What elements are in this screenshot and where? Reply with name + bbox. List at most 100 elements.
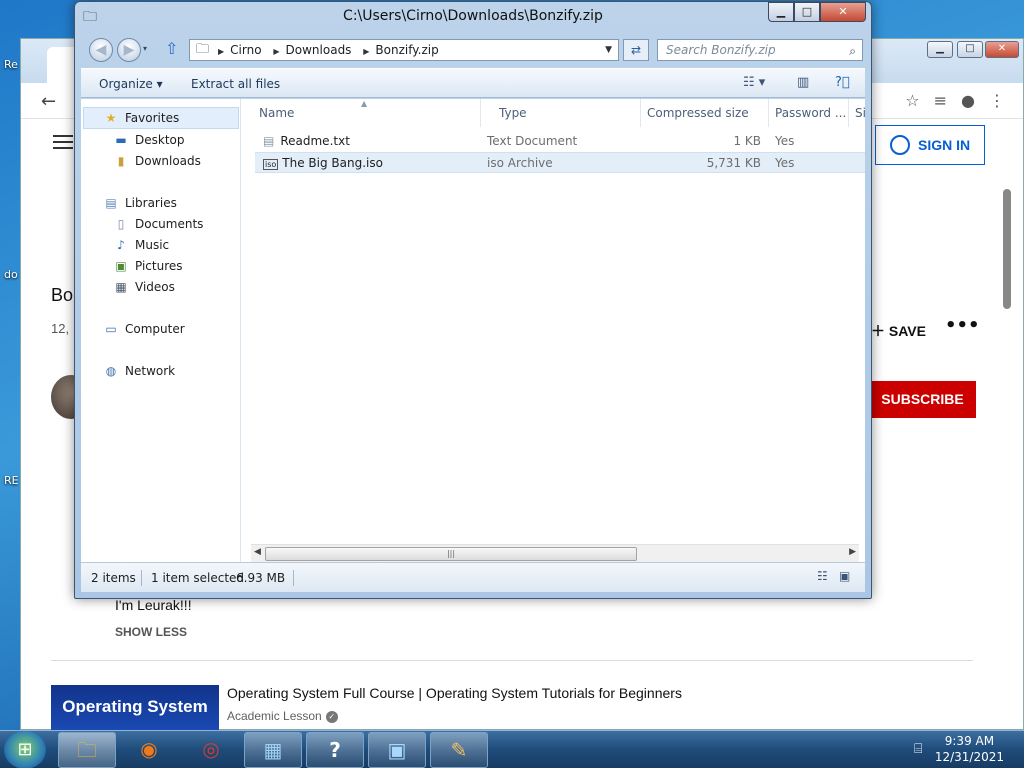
breadcrumb-item[interactable]: Bonzify.zip — [375, 43, 438, 57]
chrome-icon: ◎ — [202, 737, 220, 761]
file-name-cell: ▤ Readme.txt — [263, 131, 350, 152]
divider — [293, 570, 294, 586]
file-size: 1 KB — [733, 134, 761, 148]
video-views: 12, — [51, 321, 70, 336]
nav-item-music[interactable]: ♪ Music — [113, 238, 169, 252]
taskbar-app-button[interactable]: ▦ — [244, 732, 302, 768]
browser-close-button[interactable]: ✕ — [985, 41, 1019, 58]
table-row[interactable]: ▤ Readme.txt Text Document 1 KB Yes — [255, 131, 865, 152]
command-bar: Organize ▾ Extract all files ☷ ▾ ▥ ?⃝ — [81, 68, 865, 98]
table-row[interactable]: iso The Big Bang.iso iso Archive 5,731 KB… — [255, 152, 865, 173]
extract-all-button[interactable]: Extract all files — [191, 77, 280, 91]
taskbar-explorer-button[interactable]: 🗀 — [58, 732, 116, 768]
thumbnails-view-icon[interactable]: ▣ — [839, 569, 850, 583]
forward-button[interactable]: ▶ — [117, 38, 141, 62]
explorer-window: 🗀 C:\Users\Cirno\Downloads\Bonzify.zip ▁… — [74, 1, 872, 599]
nav-item-libraries[interactable]: ▤ Libraries — [103, 196, 177, 210]
playlist-icon[interactable]: ≡ — [934, 91, 947, 110]
content-pane: ★ Favorites ▬ Desktop ▮ Downloads ▤ Librarie… — [81, 99, 866, 592]
related-video-channel[interactable]: Academic Lesson ✓ — [227, 709, 338, 723]
taskbar-chrome-button[interactable]: ◎ — [182, 732, 240, 768]
column-header-name[interactable]: Name ▲ — [241, 99, 481, 127]
desktop-icon-label[interactable]: do — [4, 268, 18, 281]
maximize-button[interactable]: □ — [794, 2, 820, 22]
address-bar[interactable]: 🗀 ▶ Cirno ▶ Downloads ▶ Bonzify.zip ▼ — [189, 39, 619, 61]
menu-dots-icon[interactable]: ⋮ — [989, 91, 1005, 110]
nav-item-documents[interactable]: ▯ Documents — [113, 217, 204, 231]
search-input[interactable]: Search Bonzify.zip ⌕ — [657, 39, 863, 61]
photo-viewer-icon: ▣ — [387, 738, 407, 762]
scrollbar-thumb[interactable]: ||| — [265, 547, 637, 561]
organize-button[interactable]: Organize ▾ — [99, 77, 163, 91]
selected-size: 6.93 MB — [236, 571, 286, 585]
view-options-icon[interactable]: ☷ ▾ — [743, 75, 765, 90]
column-header-compressed-size[interactable]: Compressed size — [641, 99, 769, 127]
sign-in-button[interactable]: SIGN IN — [875, 125, 985, 165]
search-icon[interactable]: ⌕ — [849, 41, 856, 61]
taskbar-firefox-button[interactable]: ◉ — [120, 732, 178, 768]
star-icon[interactable]: ☆ — [905, 91, 919, 110]
breadcrumb-chevron-icon[interactable]: ▶ — [363, 47, 369, 56]
star-icon: ★ — [105, 111, 117, 125]
back-button[interactable]: ◀ — [89, 38, 113, 62]
recent-pages-chevron-icon[interactable]: ▾ — [143, 44, 147, 53]
file-list: Name ▲ Type Compressed size Password ... … — [241, 99, 866, 544]
taskbar-paint-button[interactable]: ✎ — [430, 732, 488, 768]
browser-scrollbar[interactable] — [1003, 189, 1011, 309]
related-video-thumbnail[interactable]: Operating System — [51, 685, 219, 733]
close-button[interactable]: ✕ — [820, 2, 866, 22]
column-header-password[interactable]: Password ... — [769, 99, 849, 127]
save-label: SAVE — [888, 323, 926, 339]
taskbar: ⊞ 🗀 ◉ ◎ ▦ ? ▣ ✎ ⌸ 9:39 AM 12/31/2021 — [0, 730, 1024, 768]
column-header-type[interactable]: Type — [481, 99, 641, 127]
minimize-button[interactable]: ▁ — [768, 2, 794, 22]
address-dropdown-icon[interactable]: ▼ — [605, 40, 612, 60]
network-tray-icon[interactable]: ⌸ — [914, 741, 922, 757]
nav-item-pictures[interactable]: ▣ Pictures — [113, 259, 182, 273]
nav-item-videos[interactable]: ▦ Videos — [113, 280, 175, 294]
taskbar-photo-button[interactable]: ▣ — [368, 732, 426, 768]
file-size: 5,731 KB — [706, 156, 761, 170]
computer-icon: ▭ — [105, 322, 117, 336]
nav-item-downloads[interactable]: ▮ Downloads — [113, 154, 201, 168]
breadcrumb-item[interactable]: Cirno — [230, 43, 261, 57]
up-arrow-icon[interactable]: ⇧ — [165, 39, 178, 58]
scroll-left-icon[interactable]: ◀ — [254, 547, 261, 557]
nav-item-computer[interactable]: ▭ Computer — [103, 322, 184, 336]
clock[interactable]: 9:39 AM 12/31/2021 — [935, 733, 1004, 765]
desktop-icon-label[interactable]: Re — [4, 58, 18, 71]
save-button[interactable]: ＋ SAVE — [871, 321, 926, 341]
help-icon[interactable]: ?⃝ — [835, 75, 850, 90]
nav-item-favorites[interactable]: ★ Favorites — [103, 111, 180, 125]
sign-in-label: SIGN IN — [918, 137, 971, 153]
more-actions-icon[interactable]: ••• — [945, 315, 980, 336]
breadcrumb-item[interactable]: Downloads — [286, 43, 352, 57]
desktop-icon-label[interactable]: RE — [4, 474, 19, 487]
help-icon: ? — [329, 738, 341, 762]
show-less-button[interactable]: SHOW LESS — [115, 625, 187, 639]
browser-maximize-button[interactable]: □ — [957, 41, 983, 58]
refresh-button[interactable]: ⇄ — [623, 39, 649, 61]
text-file-icon: ▤ — [263, 134, 275, 148]
start-button[interactable]: ⊞ — [4, 731, 46, 768]
nav-item-desktop[interactable]: ▬ Desktop — [113, 133, 184, 147]
details-view-icon[interactable]: ☷ — [817, 569, 828, 583]
back-arrow-icon[interactable]: ← — [41, 91, 56, 112]
profile-icon[interactable]: ● — [961, 91, 975, 110]
file-name: The Big Bang.iso — [282, 156, 383, 170]
subscribe-button[interactable]: SUBSCRIBE — [869, 381, 976, 418]
scroll-right-icon[interactable]: ▶ — [849, 547, 856, 557]
browser-minimize-button[interactable]: ▁ — [927, 41, 953, 58]
taskbar-help-button[interactable]: ? — [306, 732, 364, 768]
column-header-size[interactable]: Si — [849, 99, 873, 127]
libraries-icon: ▤ — [105, 196, 117, 210]
nav-item-network[interactable]: ◍ Network — [103, 364, 175, 378]
breadcrumb-chevron-icon[interactable]: ▶ — [218, 47, 224, 56]
channel-name: Academic Lesson — [227, 709, 322, 723]
related-video-title[interactable]: Operating System Full Course | Operating… — [227, 685, 682, 701]
preview-pane-icon[interactable]: ▥ — [797, 75, 809, 90]
horizontal-scrollbar[interactable]: ◀ ||| ▶ — [251, 544, 859, 562]
breadcrumb-chevron-icon[interactable]: ▶ — [273, 47, 279, 56]
hamburger-menu-icon[interactable] — [53, 135, 73, 137]
nav-label: Downloads — [135, 154, 201, 168]
